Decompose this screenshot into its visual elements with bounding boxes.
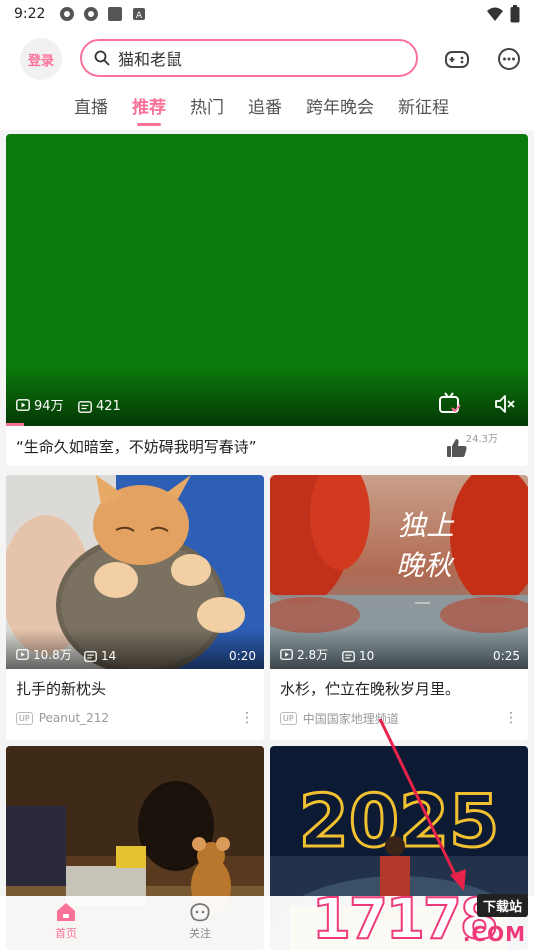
- follow-icon: [190, 903, 210, 922]
- video-card[interactable]: 10.8万 14 0:20 扎手的新枕头 UP Peanut_212 ⋮: [6, 475, 264, 740]
- nav-home-label: 首页: [55, 927, 77, 940]
- card-meta: UP Peanut_212 ⋮: [6, 703, 264, 733]
- playback-progress: [6, 423, 25, 426]
- watermark-domain: .COM: [462, 922, 526, 946]
- card-duration: 0:20: [229, 649, 256, 663]
- status-time: 9:22: [14, 6, 46, 22]
- battery-icon: [510, 5, 520, 23]
- category-tabs: 直播 推荐 热门 追番 跨年晚会 新征程: [0, 90, 534, 130]
- up-badge: UP: [16, 711, 33, 725]
- search-value: 猫和老鼠: [118, 50, 183, 69]
- featured-danmaku: 421: [78, 399, 121, 414]
- top-header: 登录 猫和老鼠: [0, 28, 534, 90]
- game-center-button[interactable]: [443, 45, 471, 73]
- square-icon: [108, 7, 123, 21]
- card-title: 水杉，伫立在晚秋岁月里。: [280, 680, 461, 698]
- messages-button[interactable]: [495, 45, 523, 73]
- tab-recommend[interactable]: 推荐: [132, 90, 166, 130]
- nav-home[interactable]: 首页: [36, 902, 96, 941]
- card-views: 2.8万: [280, 646, 328, 663]
- play-count-icon: [16, 398, 30, 411]
- annotation-arrow: [378, 718, 466, 891]
- app-screen: 9:22 A 登录 猫和老鼠 直播 推荐 热门 追番 跨年晚会 新征程 94万 …: [0, 0, 534, 950]
- a-icon: A: [133, 8, 146, 21]
- video-thumbnail[interactable]: 独上 晚秋 2.8万 10 0:25: [270, 475, 528, 669]
- svg-text:A: A: [136, 11, 143, 21]
- featured-views-value: 94万: [34, 399, 64, 414]
- up-badge: UP: [280, 711, 297, 725]
- featured-views: 94万: [16, 395, 64, 414]
- thumb-up-icon: [447, 439, 467, 457]
- search-icon: [94, 50, 110, 66]
- card-danmaku-value: 14: [101, 649, 117, 663]
- card-danmaku: 14: [84, 649, 116, 663]
- notification-icon: [84, 7, 99, 21]
- card-danmaku: 10: [342, 649, 374, 663]
- card-title: 扎手的新枕头: [16, 680, 107, 698]
- wifi-icon: [487, 7, 503, 21]
- card-duration: 0:25: [493, 649, 520, 663]
- featured-video-player[interactable]: 94万 421: [6, 134, 528, 426]
- status-right: [486, 5, 520, 23]
- search-input[interactable]: 猫和老鼠: [80, 39, 418, 77]
- video-thumbnail[interactable]: 10.8万 14 0:20: [6, 475, 264, 669]
- watermark-site-label: 下载站: [476, 894, 528, 917]
- like-button[interactable]: 24.3万: [444, 430, 498, 460]
- video-card[interactable]: 独上 晚秋 2.8万 10 0:25 水杉，伫立在晚秋岁月里。 UP 中国国家地…: [270, 475, 528, 740]
- tab-hot[interactable]: 热门: [190, 90, 224, 130]
- tab-new-journey[interactable]: 新征程: [398, 90, 449, 130]
- card-views-value: 2.8万: [297, 648, 329, 662]
- mute-icon[interactable]: [494, 394, 516, 414]
- danmaku-icon: [78, 400, 92, 413]
- tab-anime[interactable]: 追番: [248, 90, 282, 130]
- play-count-icon: [280, 649, 293, 660]
- featured-danmaku-value: 421: [96, 399, 121, 414]
- card-views-value: 10.8万: [33, 648, 72, 662]
- status-bar: 9:22 A: [0, 0, 534, 28]
- more-options-button[interactable]: ⋮: [504, 711, 518, 725]
- more-options-button[interactable]: ⋮: [240, 711, 254, 725]
- card-author[interactable]: Peanut_212: [39, 711, 109, 725]
- notification-icon: [60, 7, 75, 21]
- message-icon: [498, 48, 520, 70]
- login-avatar-button[interactable]: 登录: [20, 38, 62, 80]
- home-icon: [57, 903, 75, 921]
- gamepad-icon: [445, 51, 469, 68]
- site-watermark: 17178 下载站 .COM: [311, 889, 534, 950]
- svg-text:晚秋: 晚秋: [396, 549, 455, 582]
- nav-follow[interactable]: 关注: [170, 902, 230, 941]
- play-count-icon: [16, 649, 29, 660]
- featured-video-card[interactable]: 94万 421 “生命久如暗室，不妨碍我明写春诗” 24.3万: [6, 134, 528, 466]
- tab-new-year-gala[interactable]: 跨年晚会: [306, 90, 374, 130]
- danmaku-toggle-icon[interactable]: [438, 392, 462, 416]
- danmaku-icon: [342, 650, 355, 662]
- danmaku-icon: [84, 650, 97, 662]
- featured-title: “生命久如暗室，不妨碍我明写春诗”: [16, 438, 257, 456]
- card-views: 10.8万: [16, 646, 72, 663]
- nav-follow-label: 关注: [189, 927, 211, 940]
- tab-live[interactable]: 直播: [74, 90, 108, 130]
- svg-text:独上: 独上: [398, 509, 455, 542]
- card-danmaku-value: 10: [359, 649, 375, 663]
- like-count: 24.3万: [465, 434, 498, 445]
